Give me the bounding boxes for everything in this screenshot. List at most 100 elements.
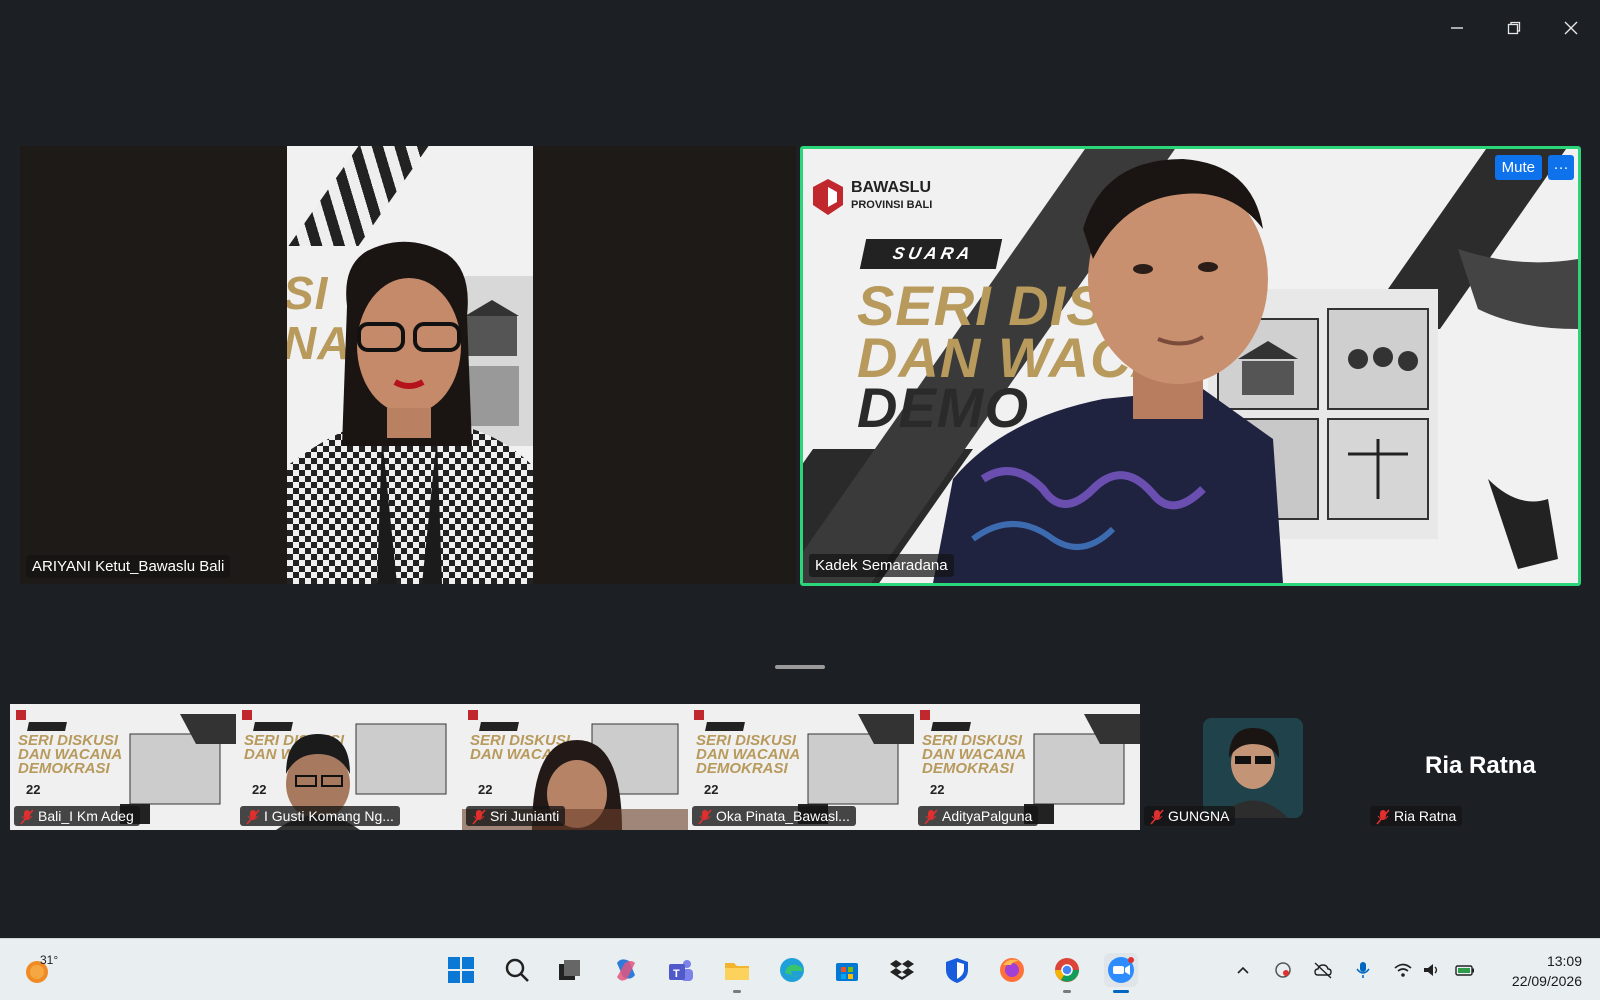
thumbnail-tile-gungna[interactable]: GUNGNA [1140, 704, 1366, 830]
participant-name-label: I Gusti Komang Ng... [240, 806, 400, 826]
video-tile-kadek-active-speaker[interactable]: BAWASLU PROVINSI BALI SUARA SERI DISKU D… [800, 146, 1581, 586]
clock-date: 22/09/2026 [1511, 973, 1582, 989]
store-button[interactable] [830, 953, 864, 987]
thumb-banner-title: SERI DISKUSI DAN WACANA DEMOKRASI [696, 732, 801, 777]
mic-muted-icon [924, 809, 938, 825]
bawaslu-logo-icon [16, 710, 26, 720]
edge-icon [780, 958, 804, 982]
battery-status[interactable] [1452, 957, 1478, 983]
zoom-meeting-window: SI NA ARIYANI Ketut_Bawaslu Bali BAWASLU… [0, 0, 1600, 1000]
task-view-button[interactable] [553, 953, 587, 987]
chrome-button[interactable] [1050, 953, 1084, 993]
participant-name-label: AdityaPalguna [918, 806, 1039, 826]
search-button[interactable] [500, 953, 534, 987]
search-icon [505, 958, 529, 982]
profile-picture [1203, 718, 1303, 818]
clock-time: 13:09 [1546, 953, 1582, 969]
teams-icon: T [669, 960, 693, 981]
store-icon [836, 963, 858, 981]
file-explorer-button[interactable] [720, 953, 754, 993]
copilot-icon [617, 959, 635, 981]
network-status[interactable] [1390, 957, 1416, 983]
chrome-icon [1055, 958, 1079, 982]
mute-participant-button[interactable]: Mute [1494, 155, 1542, 180]
puzzle-graphic [1024, 714, 1140, 824]
tray-app-icon[interactable] [1270, 957, 1296, 983]
participant-name-label: Sri Junianti [466, 806, 566, 826]
wifi-icon [1394, 963, 1412, 977]
zoom-icon [1108, 957, 1134, 983]
record-icon [1275, 962, 1291, 978]
mic-muted-icon [20, 809, 34, 825]
mic-muted-icon [246, 809, 260, 825]
edge-button[interactable] [775, 953, 809, 987]
participant-name-label: Kadek Semaradana [809, 554, 954, 577]
running-indicator [733, 990, 741, 993]
thumb-banner-title: SERI DISKUSI DAN WACANA DEMOKRASI [18, 732, 123, 777]
participant-video-ariyani [287, 241, 533, 584]
participant-name-label: ARIYANI Ketut_Bawaslu Bali [26, 555, 231, 578]
firefox-button[interactable] [995, 953, 1029, 987]
thumbnail-tile-bali-i-km-adeg[interactable]: SERI DISKUSI DAN WACANA DEMOKRASI 22 Bali_… [10, 704, 236, 830]
participant-name-label: Ria Ratna [1370, 806, 1463, 826]
taskbar-clock[interactable]: 13:09 22/09/2026 [1512, 951, 1582, 991]
volume-control[interactable] [1418, 957, 1444, 983]
dropbox-button[interactable] [885, 953, 919, 987]
gallery-resize-handle[interactable] [775, 665, 825, 669]
thumbnail-tile-aditya-palguna[interactable]: SERI DISKUSI DAN WACANA DEMOKRASI 22 Adity… [914, 704, 1140, 830]
windows-taskbar: 31° T 13:09 22/09/2026 [0, 938, 1600, 1000]
thumb-banner-date: 22 [930, 782, 945, 797]
speaker-icon [1424, 964, 1438, 976]
thumbnail-tile-sri-junianti[interactable]: SERI DISKUSI DAN WACANA 22 Sri Junianti [462, 704, 688, 830]
cloud-off-icon [1314, 962, 1332, 979]
thumb-banner-title: SERI DISKUSI DAN WACANA DEMOKRASI [922, 732, 1027, 777]
weather-temperature: 31° [40, 953, 59, 967]
show-hidden-icons-button[interactable] [1230, 957, 1256, 983]
close-button[interactable] [1551, 10, 1591, 46]
thumbnail-tile-oka-pinata[interactable]: SERI DISKUSI DAN WACANA DEMOKRASI 22 Oka P… [688, 704, 914, 830]
bitwarden-button[interactable] [940, 953, 974, 987]
teams-button[interactable]: T [664, 953, 698, 987]
suara-tag [27, 722, 67, 731]
microphone-in-use[interactable] [1350, 957, 1376, 983]
participant-name-label: Oka Pinata_Bawasl... [692, 806, 856, 826]
restore-icon [1507, 21, 1521, 35]
bawaslu-logo-icon [920, 710, 930, 720]
thumbnail-tile-i-gusti-komang[interactable]: SERI DISKUSIDAN WACANA 22 I Gusti Komang… [236, 704, 462, 830]
copilot-button[interactable] [609, 953, 643, 987]
minimize-button[interactable] [1437, 10, 1477, 46]
minimize-icon [1451, 27, 1463, 29]
onedrive-status[interactable] [1310, 957, 1336, 983]
zoom-button[interactable] [1104, 953, 1138, 993]
thumb-banner-date: 22 [704, 782, 719, 797]
shield-icon [946, 958, 968, 983]
active-indicator [1113, 990, 1129, 993]
running-indicator [1063, 990, 1071, 993]
task-view-icon [559, 960, 580, 980]
chevron-up-icon [1237, 966, 1249, 974]
participant-display-name: Ria Ratna [1425, 752, 1536, 779]
more-options-button[interactable]: ··· [1548, 155, 1574, 180]
bawaslu-logo-icon [694, 710, 704, 720]
battery-charging-icon [1455, 965, 1474, 976]
participant-name-label: Bali_I Km Adeg [14, 806, 140, 826]
thumb-banner-date: 22 [26, 782, 41, 797]
folder-icon [725, 963, 749, 980]
suara-tag [931, 722, 971, 731]
restore-button[interactable] [1494, 10, 1534, 46]
video-tile-ariyani[interactable]: SI NA ARIYANI Ketut_Bawaslu Bali [20, 146, 796, 584]
participant-video-kadek [933, 159, 1283, 583]
windows-start-icon [448, 957, 474, 983]
close-icon [1564, 21, 1578, 35]
mic-muted-icon [698, 809, 712, 825]
microphone-icon [1356, 962, 1370, 978]
dropbox-icon [890, 960, 914, 980]
start-button[interactable] [444, 953, 478, 987]
svg-text:T: T [673, 968, 680, 980]
mic-muted-icon [1150, 809, 1164, 825]
suara-tag [705, 722, 745, 731]
participant-name-label: GUNGNA [1144, 806, 1236, 826]
mic-muted-icon [472, 809, 486, 825]
mic-muted-icon [1376, 809, 1390, 825]
firefox-icon [1000, 958, 1024, 982]
